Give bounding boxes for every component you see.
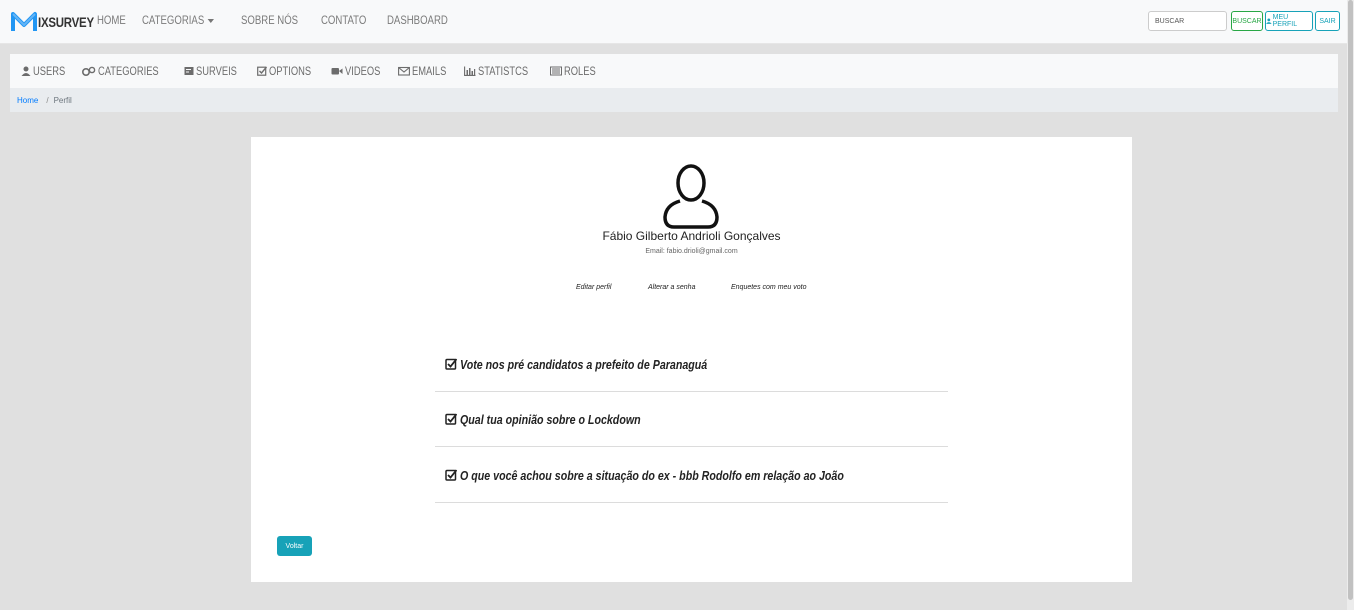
- admin-nav-options[interactable]: OPTIONS: [256, 64, 323, 78]
- poll-icon: [184, 67, 194, 75]
- admin-nav-surveis[interactable]: SURVEIS: [184, 64, 248, 78]
- video-icon: [331, 68, 343, 75]
- user-icon: [1266, 18, 1272, 24]
- check-square-icon: [445, 469, 457, 481]
- profile-button-label: MEU PERFIL: [1272, 14, 1298, 28]
- profile-button[interactable]: MEU PERFIL: [1265, 11, 1313, 31]
- nav-sobre-nos[interactable]: SOBRE NÓS: [241, 13, 298, 27]
- back-button[interactable]: Voltar: [277, 536, 312, 556]
- my-voted-surveys-link[interactable]: Enquetes com meu voto: [731, 284, 807, 291]
- vertical-scrollbar[interactable]: [1347, 0, 1354, 610]
- list-icon: [550, 66, 563, 76]
- change-password-link[interactable]: Alterar a senha: [648, 284, 695, 291]
- admin-nav-statistcs[interactable]: STATISTCS: [464, 64, 542, 78]
- breadcrumb-home-link[interactable]: Home: [17, 96, 38, 105]
- nav-home[interactable]: HOME: [97, 13, 126, 27]
- admin-nav-emails[interactable]: EMAILS: [398, 64, 456, 78]
- check-square-icon: [256, 66, 267, 76]
- brand-name: IXSURVEY: [38, 14, 94, 30]
- edit-profile-link[interactable]: Editar perfil: [576, 284, 611, 291]
- profile-card: Fábio Gilberto Andrioli Gonçalves Email:…: [251, 137, 1132, 582]
- admin-nav-roles[interactable]: ROLES: [550, 64, 605, 78]
- search-input[interactable]: [1148, 11, 1227, 31]
- check-square-icon: [445, 358, 457, 370]
- email-value: fabio.drioli@gmail.com: [666, 248, 738, 255]
- survey-title: O que você achou sobre a situação do ex …: [460, 467, 844, 483]
- caret-down-icon: [207, 18, 214, 23]
- profile-name: Fábio Gilberto Andrioli Gonçalves: [602, 229, 781, 243]
- admin-nav-label: VIDEOS: [344, 64, 381, 78]
- user-icon: [21, 66, 31, 76]
- admin-nav-label: ROLES: [564, 64, 596, 78]
- breadcrumb: Home / Perfil: [10, 88, 1338, 112]
- breadcrumb-current: Perfil: [53, 95, 72, 105]
- survey-title: Vote nos pré candidatos a prefeito de Pa…: [460, 356, 708, 372]
- survey-title: Qual tua opinião sobre o Lockdown: [460, 411, 641, 427]
- admin-nav-label: OPTIONS: [268, 64, 311, 78]
- admin-nav-label: USERS: [33, 64, 66, 78]
- main-nav: HOME CATEGORIAS SOBRE NÓS CONTATO DASHBO…: [97, 13, 472, 27]
- cogs-icon: [82, 66, 96, 76]
- survey-item[interactable]: O que você achou sobre a situação do ex …: [435, 448, 948, 503]
- check-square-icon: [445, 413, 457, 425]
- admin-navbar: USERS CATEGORIES SURVEIS OPTIONS VIDEOS …: [10, 54, 1338, 88]
- breadcrumb-separator: /: [46, 95, 49, 105]
- search-button[interactable]: BUSCAR: [1231, 11, 1263, 31]
- admin-nav-label: EMAILS: [411, 64, 447, 78]
- survey-item[interactable]: Qual tua opinião sobre o Lockdown: [435, 392, 948, 447]
- admin-nav-videos[interactable]: VIDEOS: [331, 64, 390, 78]
- survey-item[interactable]: Vote nos pré candidatos a prefeito de Pa…: [435, 337, 948, 392]
- nav-contato[interactable]: CONTATO: [321, 13, 366, 27]
- admin-nav-users[interactable]: USERS: [21, 64, 74, 78]
- envelope-icon: [398, 66, 410, 76]
- admin-nav-label: CATEGORIES: [98, 64, 160, 78]
- logo-m-icon: [11, 9, 37, 35]
- profile-email: Email: fabio.drioli@gmail.com: [251, 248, 1132, 255]
- nav-dashboard[interactable]: DASHBOARD: [387, 13, 448, 27]
- scrollbar-thumb[interactable]: [1348, 0, 1353, 600]
- top-navbar: IXSURVEY HOME CATEGORIAS SOBRE NÓS CONTA…: [0, 0, 1347, 44]
- admin-nav-label: SURVEIS: [196, 64, 238, 78]
- email-label: Email:: [645, 248, 665, 255]
- brand-logo[interactable]: IXSURVEY: [11, 9, 106, 35]
- admin-nav-label: STATISTCS: [478, 64, 529, 78]
- bar-chart-icon: [464, 66, 476, 76]
- nav-categorias-label: CATEGORIAS: [142, 13, 205, 27]
- admin-nav-categories[interactable]: CATEGORIES: [82, 64, 176, 78]
- nav-categorias[interactable]: CATEGORIAS: [142, 13, 214, 27]
- user-avatar-icon: [663, 164, 719, 229]
- logout-button[interactable]: SAIR: [1315, 11, 1340, 31]
